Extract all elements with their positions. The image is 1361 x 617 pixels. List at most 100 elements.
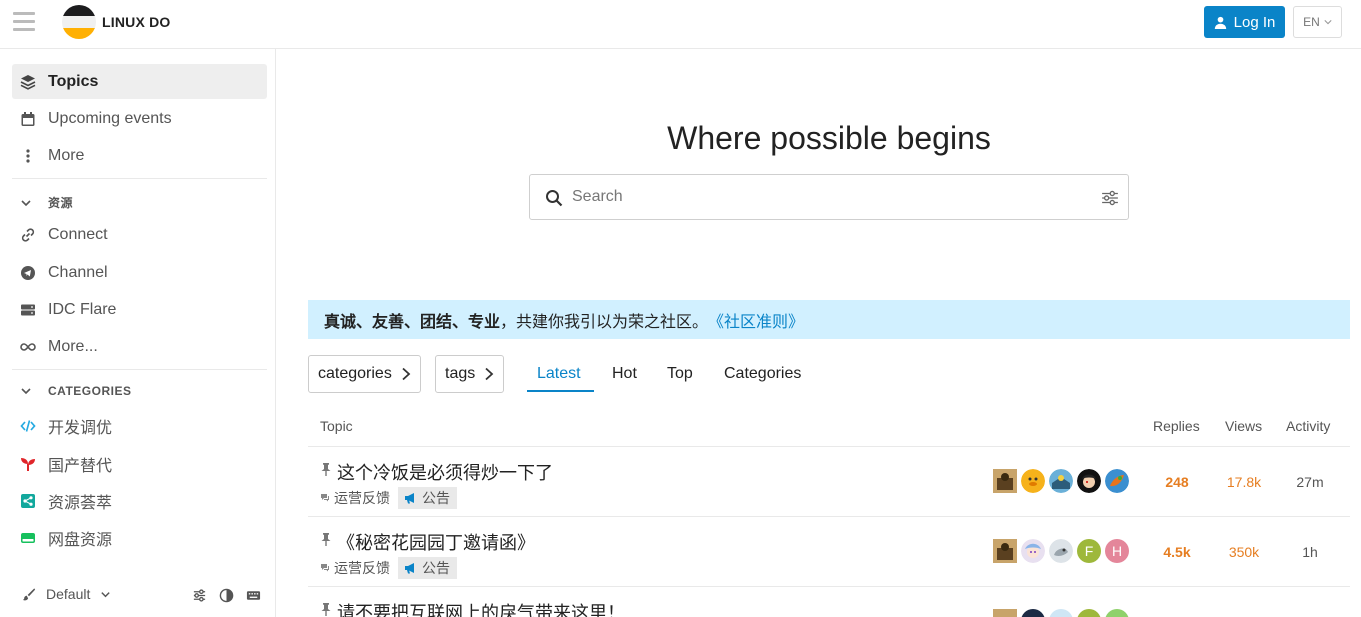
avatar[interactable] — [993, 609, 1017, 617]
chevron-down-icon — [21, 199, 31, 206]
sidebar-item-topics[interactable]: Topics — [12, 64, 267, 99]
sidebar-footer: Default — [0, 575, 275, 617]
site-title[interactable]: LINUX DO — [102, 14, 171, 30]
infinity-icon — [20, 339, 36, 355]
sidebar-item-connect[interactable]: Connect — [12, 217, 267, 252]
view-count: 350k — [1228, 544, 1260, 560]
last-activity[interactable]: 27m — [1280, 474, 1340, 490]
login-button[interactable]: Log In — [1204, 6, 1285, 38]
avatar[interactable] — [1021, 539, 1045, 563]
dark-mode-icon[interactable] — [219, 588, 234, 603]
sidebar-divider — [12, 369, 267, 370]
calendar-icon — [20, 111, 36, 127]
avatar[interactable] — [993, 539, 1017, 563]
poster-avatars — [993, 609, 1129, 617]
reply-count[interactable]: 4.5k — [1147, 544, 1207, 560]
tab-categories[interactable]: Categories — [724, 365, 801, 383]
language-selector[interactable]: EN — [1293, 6, 1342, 38]
topic-tag-label: 公告 — [422, 490, 450, 506]
sidebar-item-channel[interactable]: Channel — [12, 255, 267, 290]
hard-drive-icon — [20, 530, 36, 546]
section-title: CATEGORIES — [48, 384, 132, 398]
sidebar-item-more[interactable]: More — [12, 138, 267, 173]
topic-category-link[interactable]: 运营反馈 — [334, 558, 390, 578]
guidelines-link[interactable]: 《社区准则》 — [708, 308, 804, 332]
topic-tag[interactable]: 公告 — [398, 487, 457, 509]
chevron-right-icon — [402, 367, 411, 381]
hamburger-menu-icon[interactable] — [13, 12, 35, 32]
sidebar-item-upcoming-events[interactable]: Upcoming events — [12, 101, 267, 136]
theme-selector[interactable]: Default — [22, 586, 111, 602]
avatar[interactable] — [1049, 469, 1073, 493]
community-banner: 真诚、友善、团结、专业 ，共建你我引以为荣之社区。 《社区准则》 — [308, 300, 1350, 339]
column-header-replies[interactable]: Replies — [1153, 418, 1200, 434]
chevron-down-icon — [21, 388, 31, 395]
sidebar-item-category-dev[interactable]: 开发调优 — [12, 408, 267, 443]
sidebar-item-idc-flare[interactable]: IDC Flare — [12, 292, 267, 327]
brush-icon — [22, 588, 36, 601]
section-header-resources[interactable]: 资源 — [20, 194, 73, 211]
search-box — [529, 174, 1129, 220]
sidebar-item-label: Upcoming events — [48, 109, 172, 127]
site-header: LINUX DO Log In EN — [0, 0, 1361, 49]
tags-filter-dropdown[interactable]: tags — [435, 355, 505, 393]
table-row: 《秘密花园园丁邀请函》 运营反馈 公告 F H 4.5k 350k 1h — [308, 517, 1350, 587]
table-row: 请不要把互联网上的戾气带来这里！ — [308, 587, 1350, 617]
comment-icon — [321, 494, 329, 502]
column-header-activity[interactable]: Activity — [1286, 418, 1330, 434]
topic-category-link[interactable]: 运营反馈 — [334, 488, 390, 508]
telegram-icon — [20, 265, 36, 281]
avatar[interactable] — [1105, 469, 1129, 493]
megaphone-icon — [405, 563, 414, 574]
sidebar-item-label: 开发调优 — [48, 419, 113, 437]
search-filters-icon[interactable] — [1101, 189, 1119, 207]
sidebar-item-label: Topics — [48, 72, 99, 90]
sidebar-item-label: 资源荟萃 — [48, 494, 113, 512]
topic-title-link[interactable]: 这个冷饭是必须得炒一下了 — [337, 459, 553, 485]
code-icon — [20, 418, 36, 434]
sliders-icon[interactable] — [192, 588, 207, 603]
site-logo[interactable] — [62, 5, 96, 39]
comment-icon — [321, 564, 329, 572]
tab-top[interactable]: Top — [667, 365, 693, 383]
column-header-views[interactable]: Views — [1225, 418, 1262, 434]
avatar[interactable] — [1049, 609, 1073, 617]
topic-meta: 运营反馈 公告 — [320, 487, 457, 509]
avatar[interactable] — [1021, 609, 1045, 617]
topic-tag[interactable]: 公告 — [398, 557, 457, 579]
last-activity[interactable]: 1h — [1280, 544, 1340, 560]
reply-count[interactable]: 248 — [1147, 474, 1207, 490]
keyboard-icon[interactable] — [246, 588, 261, 603]
sidebar-item-more-resources[interactable]: More... — [12, 329, 267, 364]
sidebar-item-label: 网盘资源 — [48, 531, 113, 549]
topic-title-link[interactable]: 请不要把互联网上的戾气带来这里！ — [337, 599, 625, 617]
link-icon — [20, 227, 36, 243]
categories-filter-dropdown[interactable]: categories — [308, 355, 421, 393]
avatar[interactable] — [1077, 609, 1101, 617]
avatar[interactable] — [993, 469, 1017, 493]
avatar[interactable] — [1105, 609, 1129, 617]
pin-icon — [321, 603, 331, 616]
search-icon — [546, 190, 563, 207]
seedling-icon — [20, 456, 36, 472]
megaphone-icon — [405, 493, 414, 504]
sidebar-item-category-netdisk[interactable]: 网盘资源 — [12, 520, 267, 555]
hero-title: Where possible begins — [667, 120, 991, 156]
avatar[interactable] — [1077, 469, 1101, 493]
avatar-letter: H — [1111, 543, 1123, 559]
search-input[interactable] — [572, 183, 1092, 211]
share-icon — [20, 493, 36, 509]
sidebar-item-category-resources[interactable]: 资源荟萃 — [12, 483, 267, 518]
sidebar-item-category-domestic[interactable]: 国产替代 — [12, 446, 267, 481]
topic-title-link[interactable]: 《秘密花园园丁邀请函》 — [337, 529, 535, 555]
avatar[interactable]: H — [1105, 539, 1129, 563]
language-label: EN — [1303, 15, 1320, 29]
section-header-categories[interactable]: CATEGORIES — [20, 384, 131, 398]
chevron-down-icon — [1324, 20, 1332, 25]
avatar[interactable] — [1021, 469, 1045, 493]
avatar[interactable] — [1049, 539, 1073, 563]
tab-hot[interactable]: Hot — [612, 365, 637, 383]
avatar[interactable]: F — [1077, 539, 1101, 563]
tab-latest[interactable]: Latest — [537, 365, 581, 383]
pin-icon — [321, 463, 331, 476]
